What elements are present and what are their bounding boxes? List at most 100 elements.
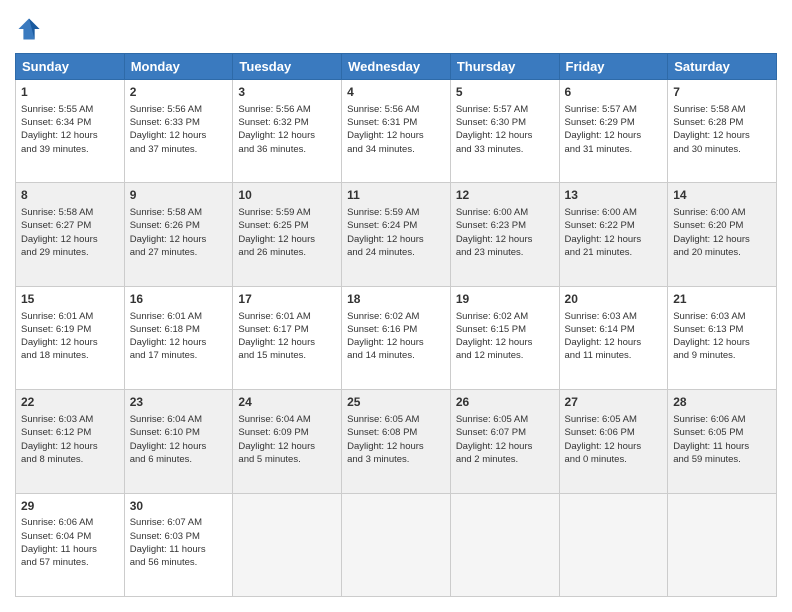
calendar-cell: 6Sunrise: 5:57 AMSunset: 6:29 PMDaylight…: [559, 80, 668, 183]
day-info: Sunset: 6:05 PM: [673, 426, 771, 439]
day-info: Sunset: 6:27 PM: [21, 219, 119, 232]
day-info: Sunset: 6:25 PM: [238, 219, 336, 232]
calendar-cell: 23 Sunrise: 6:04 AMSunset: 6:10 PMDayligh…: [124, 390, 233, 493]
day-info: Sunset: 6:24 PM: [347, 219, 445, 232]
day-info: Daylight: 11 hours: [130, 543, 228, 556]
day-info: Daylight: 12 hours: [456, 233, 554, 246]
day-info: and 3 minutes.: [347, 453, 445, 466]
day-info: and 23 minutes.: [456, 246, 554, 259]
day-info: Sunrise: 6:06 AM: [21, 516, 119, 529]
calendar-cell: [668, 493, 777, 596]
day-info: Sunset: 6:14 PM: [565, 323, 663, 336]
day-number: 12: [456, 187, 554, 204]
day-info: and 30 minutes.: [673, 143, 771, 156]
calendar-cell: [233, 493, 342, 596]
col-header-wednesday: Wednesday: [342, 54, 451, 80]
day-info: Daylight: 11 hours: [673, 440, 771, 453]
day-info: Sunset: 6:17 PM: [238, 323, 336, 336]
day-number: 22: [21, 394, 119, 411]
day-number: 29: [21, 498, 119, 515]
day-info: Sunset: 6:12 PM: [21, 426, 119, 439]
day-number: 28: [673, 394, 771, 411]
day-info: Daylight: 12 hours: [673, 233, 771, 246]
day-info: Sunset: 6:26 PM: [130, 219, 228, 232]
day-info: Sunrise: 5:59 AM: [238, 206, 336, 219]
day-info: Daylight: 12 hours: [130, 440, 228, 453]
day-info: Daylight: 12 hours: [238, 129, 336, 142]
calendar-cell: 5Sunrise: 5:57 AMSunset: 6:30 PMDaylight…: [450, 80, 559, 183]
day-info: and 29 minutes.: [21, 246, 119, 259]
day-info: Daylight: 11 hours: [21, 543, 119, 556]
calendar-cell: 13Sunrise: 6:00 AMSunset: 6:22 PMDayligh…: [559, 183, 668, 286]
day-number: 9: [130, 187, 228, 204]
day-info: Daylight: 12 hours: [130, 129, 228, 142]
day-info: Sunrise: 5:57 AM: [565, 103, 663, 116]
calendar-cell: [559, 493, 668, 596]
day-info: and 26 minutes.: [238, 246, 336, 259]
day-info: and 0 minutes.: [565, 453, 663, 466]
day-info: Daylight: 12 hours: [347, 233, 445, 246]
calendar-cell: 26Sunrise: 6:05 AMSunset: 6:07 PMDayligh…: [450, 390, 559, 493]
day-number: 17: [238, 291, 336, 308]
day-info: Sunrise: 6:02 AM: [456, 310, 554, 323]
day-number: 2: [130, 84, 228, 101]
day-info: Sunrise: 6:04 AM: [238, 413, 336, 426]
day-info: Daylight: 12 hours: [347, 440, 445, 453]
day-info: Daylight: 12 hours: [238, 233, 336, 246]
day-number: 13: [565, 187, 663, 204]
day-info: Daylight: 12 hours: [673, 129, 771, 142]
col-header-friday: Friday: [559, 54, 668, 80]
calendar-table: SundayMondayTuesdayWednesdayThursdayFrid…: [15, 53, 777, 597]
day-number: 24: [238, 394, 336, 411]
calendar-cell: 28Sunrise: 6:06 AMSunset: 6:05 PMDayligh…: [668, 390, 777, 493]
day-info: Sunset: 6:32 PM: [238, 116, 336, 129]
day-number: 8: [21, 187, 119, 204]
day-info: and 31 minutes.: [565, 143, 663, 156]
day-info: Sunrise: 5:56 AM: [347, 103, 445, 116]
day-info: Daylight: 12 hours: [130, 233, 228, 246]
day-number: 3: [238, 84, 336, 101]
day-info: Sunset: 6:10 PM: [130, 426, 228, 439]
logo-icon: [15, 15, 43, 43]
calendar-cell: 16Sunrise: 6:01 AMSunset: 6:18 PMDayligh…: [124, 286, 233, 389]
day-info: Sunrise: 6:03 AM: [565, 310, 663, 323]
calendar-cell: 22Sunrise: 6:03 AMSunset: 6:12 PMDayligh…: [16, 390, 125, 493]
day-number: 26: [456, 394, 554, 411]
day-info: and 37 minutes.: [130, 143, 228, 156]
day-info: Sunrise: 5:55 AM: [21, 103, 119, 116]
day-info: Daylight: 12 hours: [565, 129, 663, 142]
day-info: and 20 minutes.: [673, 246, 771, 259]
day-info: and 6 minutes.: [130, 453, 228, 466]
day-info: Daylight: 12 hours: [456, 336, 554, 349]
calendar-cell: 21Sunrise: 6:03 AMSunset: 6:13 PMDayligh…: [668, 286, 777, 389]
day-info: and 39 minutes.: [21, 143, 119, 156]
day-info: Sunrise: 6:05 AM: [347, 413, 445, 426]
day-info: Sunrise: 6:05 AM: [565, 413, 663, 426]
day-info: Sunrise: 6:04 AM: [130, 413, 228, 426]
day-info: Sunset: 6:04 PM: [21, 530, 119, 543]
calendar-cell: 1Sunrise: 5:55 AMSunset: 6:34 PMDaylight…: [16, 80, 125, 183]
page: SundayMondayTuesdayWednesdayThursdayFrid…: [0, 0, 792, 612]
day-number: 27: [565, 394, 663, 411]
day-info: and 21 minutes.: [565, 246, 663, 259]
day-info: Sunrise: 5:57 AM: [456, 103, 554, 116]
day-info: Daylight: 12 hours: [565, 233, 663, 246]
day-number: 14: [673, 187, 771, 204]
day-info: and 2 minutes.: [456, 453, 554, 466]
day-number: 11: [347, 187, 445, 204]
calendar-cell: [342, 493, 451, 596]
day-number: 23: [130, 394, 228, 411]
calendar-cell: 10Sunrise: 5:59 AMSunset: 6:25 PMDayligh…: [233, 183, 342, 286]
calendar-cell: 19Sunrise: 6:02 AMSunset: 6:15 PMDayligh…: [450, 286, 559, 389]
day-info: Sunset: 6:30 PM: [456, 116, 554, 129]
day-info: Sunset: 6:23 PM: [456, 219, 554, 232]
day-info: Sunrise: 6:00 AM: [456, 206, 554, 219]
calendar-cell: 9Sunrise: 5:58 AMSunset: 6:26 PMDaylight…: [124, 183, 233, 286]
day-info: Sunset: 6:08 PM: [347, 426, 445, 439]
day-number: 18: [347, 291, 445, 308]
day-info: Sunset: 6:18 PM: [130, 323, 228, 336]
day-info: and 24 minutes.: [347, 246, 445, 259]
calendar-cell: 20Sunrise: 6:03 AMSunset: 6:14 PMDayligh…: [559, 286, 668, 389]
day-info: Sunrise: 5:58 AM: [21, 206, 119, 219]
calendar-cell: 15Sunrise: 6:01 AMSunset: 6:19 PMDayligh…: [16, 286, 125, 389]
